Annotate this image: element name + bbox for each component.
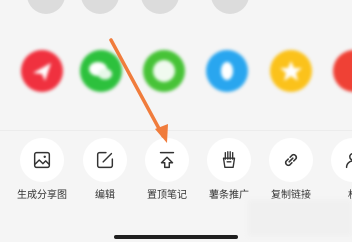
share-targets-row — [0, 50, 352, 120]
image-icon — [20, 138, 64, 182]
wechat-icon — [80, 50, 122, 92]
top-row — [0, 0, 352, 34]
blurred-icon — [81, 0, 119, 14]
blurred-icon — [141, 0, 179, 14]
share-target-send[interactable] — [14, 50, 70, 100]
share-target-qq[interactable] — [199, 50, 255, 100]
top-item-3[interactable] — [132, 0, 188, 16]
actions-row: 生成分享图 编辑 置顶笔记 薯条推广 复制链接 — [0, 138, 352, 208]
pin-top-icon — [145, 138, 189, 182]
weibo-icon — [333, 50, 352, 92]
fries-promote-button[interactable]: 薯条推广 — [198, 138, 260, 202]
divider — [0, 130, 352, 131]
generate-share-image-button[interactable]: 生成分享图 — [11, 138, 73, 202]
top-item-4[interactable] — [202, 0, 258, 16]
action-label: 生成分享图 — [17, 190, 67, 201]
moments-icon — [143, 50, 185, 92]
action-label: 编辑 — [95, 190, 115, 201]
edit-button[interactable]: 编辑 — [74, 138, 136, 202]
send-icon — [21, 50, 63, 92]
qzone-icon — [270, 50, 312, 92]
pin-note-button[interactable]: 置顶笔记 — [136, 138, 198, 202]
share-target-weibo[interactable] — [326, 50, 352, 100]
action-label: 置顶笔记 — [147, 190, 187, 201]
share-target-moments[interactable] — [136, 50, 192, 100]
share-target-wechat[interactable] — [73, 50, 129, 100]
edit-icon — [83, 138, 127, 182]
user-icon — [331, 138, 352, 182]
fries-icon — [207, 138, 251, 182]
home-indicator[interactable] — [114, 235, 238, 239]
share-target-qzone[interactable] — [263, 50, 319, 100]
share-sheet: 生成分享图 编辑 置顶笔记 薯条推广 复制链接 — [0, 0, 352, 242]
top-item-1[interactable] — [18, 0, 74, 16]
qq-icon — [206, 50, 248, 92]
blurred-icon — [27, 0, 65, 14]
top-item-2[interactable] — [72, 0, 128, 16]
link-icon — [269, 138, 313, 182]
blurred-icon — [211, 0, 249, 14]
permission-button[interactable]: 权 — [322, 138, 352, 202]
copy-link-button[interactable]: 复制链接 — [260, 138, 322, 202]
blurred-region — [248, 200, 352, 236]
